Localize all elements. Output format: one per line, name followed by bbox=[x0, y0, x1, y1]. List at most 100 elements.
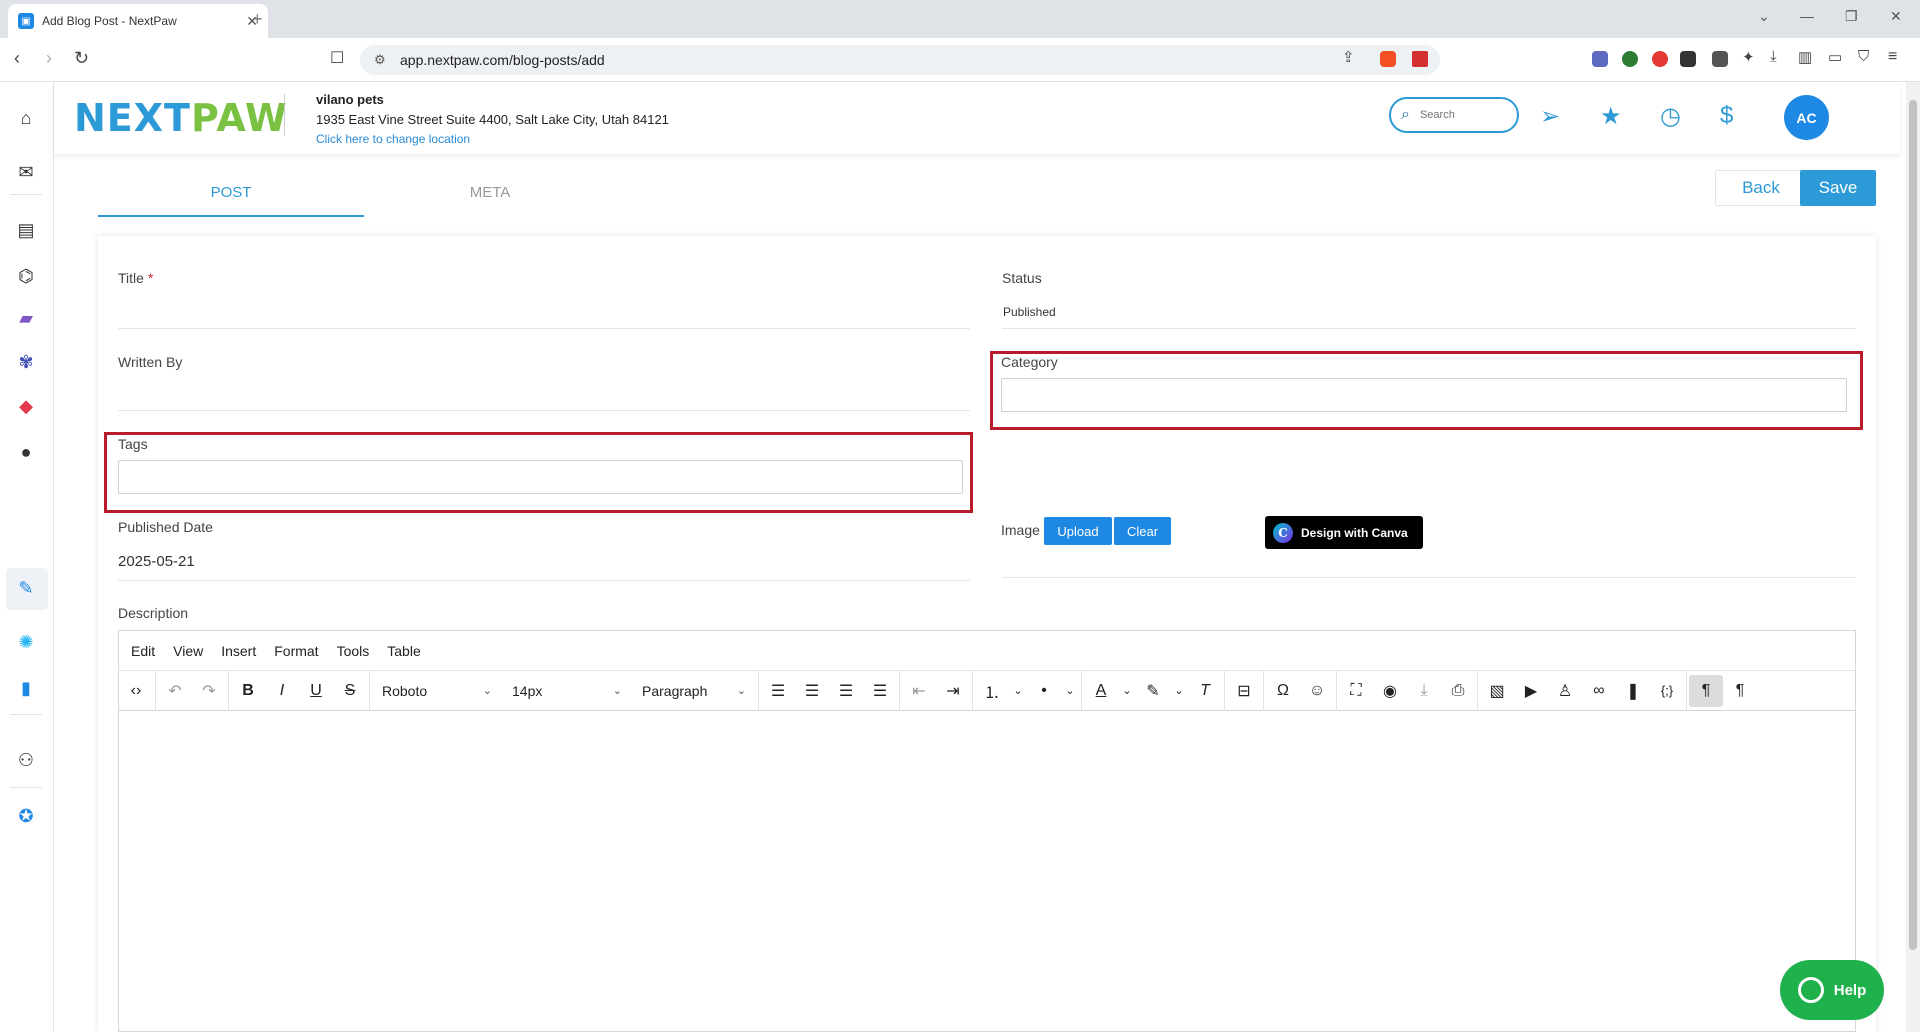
analytics-icon[interactable]: ▮ bbox=[13, 676, 39, 700]
scrollbar-thumb[interactable] bbox=[1909, 100, 1917, 950]
microphone-icon[interactable]: ● bbox=[13, 440, 39, 464]
new-tab-icon[interactable]: + bbox=[252, 9, 263, 30]
save-button[interactable]: Save bbox=[1800, 170, 1876, 206]
tab-post[interactable]: POST bbox=[98, 184, 364, 201]
restore-icon[interactable]: ❐ bbox=[1845, 8, 1858, 25]
nextpaw-logo[interactable]: NEXTPAW bbox=[74, 96, 288, 140]
extensions-puzzle-icon[interactable]: ✦ bbox=[1742, 48, 1755, 66]
align-right-icon[interactable]: ☰ bbox=[829, 675, 863, 707]
extension-5-icon[interactable] bbox=[1712, 51, 1728, 67]
print-icon[interactable]: ⎙ bbox=[1441, 675, 1475, 707]
numbered-list-icon[interactable]: ⒈ bbox=[975, 675, 1009, 707]
browser-tab[interactable]: ▣ Add Blog Post - NextPaw ✕ bbox=[8, 4, 268, 38]
extension-2-icon[interactable] bbox=[1622, 51, 1638, 67]
insert-link-icon[interactable]: ∞ bbox=[1582, 675, 1616, 707]
back-arrow-icon[interactable]: ‹ bbox=[14, 48, 20, 69]
blog-icon[interactable]: ✎ bbox=[13, 576, 39, 600]
preview-eye-icon[interactable]: ◉ bbox=[1373, 675, 1407, 707]
page-scrollbar[interactable] bbox=[1906, 82, 1920, 1032]
site-info-icon[interactable]: ⚙ bbox=[374, 52, 386, 68]
address-bar[interactable]: ⚙ app.nextpaw.com/blog-posts/add bbox=[360, 45, 1440, 75]
menu-insert[interactable]: Insert bbox=[221, 643, 256, 659]
align-left-icon[interactable]: ☰ bbox=[761, 675, 795, 707]
fullscreen-icon[interactable]: ⛶ bbox=[1339, 675, 1373, 707]
tab-list-chevron-icon[interactable]: ⌄ bbox=[1758, 8, 1770, 25]
browser-menu-icon[interactable]: ≡ bbox=[1888, 48, 1897, 66]
clear-formatting-icon[interactable]: T bbox=[1188, 675, 1222, 707]
brave-rewards-icon[interactable] bbox=[1412, 51, 1428, 67]
page-break-icon[interactable]: ⊟ bbox=[1227, 675, 1261, 707]
written-by-field[interactable] bbox=[118, 410, 970, 411]
extension-4-icon[interactable] bbox=[1680, 51, 1696, 67]
search-input[interactable] bbox=[1419, 109, 1500, 121]
insert-media-icon[interactable]: ▶ bbox=[1514, 675, 1548, 707]
text-color-chevron-icon[interactable]: ⌄ bbox=[1118, 675, 1136, 707]
outdent-icon[interactable]: ⇤ bbox=[902, 675, 936, 707]
forward-arrow-icon[interactable]: › bbox=[46, 48, 52, 69]
bookmark-icon[interactable]: ☐ bbox=[330, 48, 344, 68]
ltr-direction-icon[interactable]: ¶ bbox=[1689, 674, 1723, 707]
bold-icon[interactable]: B bbox=[231, 675, 265, 707]
home-icon[interactable]: ⌂ bbox=[13, 106, 39, 130]
header-search[interactable]: ⌕ bbox=[1389, 97, 1519, 133]
design-with-canva-button[interactable]: C Design with Canva bbox=[1265, 516, 1423, 549]
vpn-icon[interactable]: ⛉ bbox=[1858, 48, 1869, 65]
brave-shield-icon[interactable] bbox=[1380, 51, 1396, 67]
upload-button[interactable]: Upload bbox=[1044, 517, 1112, 545]
tab-meta[interactable]: META bbox=[357, 184, 623, 201]
history-clock-icon[interactable]: ◷ bbox=[1660, 102, 1681, 131]
indent-icon[interactable]: ⇥ bbox=[936, 675, 970, 707]
bullet-list-chevron-icon[interactable]: ⌄ bbox=[1061, 675, 1079, 707]
clear-button[interactable]: Clear bbox=[1114, 517, 1171, 545]
share-icon[interactable]: ⇪ bbox=[1342, 48, 1355, 66]
highlight-color-chevron-icon[interactable]: ⌄ bbox=[1170, 675, 1188, 707]
align-center-icon[interactable]: ☰ bbox=[795, 675, 829, 707]
align-justify-icon[interactable]: ☰ bbox=[863, 675, 897, 707]
billing-icon[interactable]: $ bbox=[1720, 102, 1733, 130]
reviews-icon[interactable]: ★ bbox=[1600, 102, 1622, 131]
change-location-link[interactable]: Click here to change location bbox=[316, 132, 470, 146]
send-icon[interactable]: ➢ bbox=[1540, 102, 1560, 131]
tags-input[interactable] bbox=[118, 460, 963, 494]
cards-icon[interactable]: ▰ bbox=[13, 306, 39, 330]
menu-format[interactable]: Format bbox=[274, 643, 318, 659]
extension-3-icon[interactable] bbox=[1652, 51, 1668, 67]
menu-view[interactable]: View bbox=[173, 643, 203, 659]
numbered-list-chevron-icon[interactable]: ⌄ bbox=[1009, 675, 1027, 707]
status-value[interactable]: Published bbox=[1003, 305, 1056, 319]
award-icon[interactable]: ✪ bbox=[13, 804, 39, 828]
chat-icon[interactable]: ✉ bbox=[13, 160, 39, 184]
category-input[interactable] bbox=[1001, 378, 1847, 412]
source-code-icon[interactable]: ‹› bbox=[119, 675, 153, 707]
products-icon[interactable]: ◆ bbox=[13, 394, 39, 418]
bullet-list-icon[interactable]: • bbox=[1027, 675, 1061, 707]
undo-icon[interactable]: ↶ bbox=[158, 675, 192, 707]
menu-table[interactable]: Table bbox=[387, 643, 420, 659]
reload-icon[interactable]: ↻ bbox=[74, 48, 89, 69]
strikethrough-icon[interactable]: S bbox=[333, 675, 367, 707]
wallet-icon[interactable]: ▭ bbox=[1828, 48, 1842, 66]
text-color-icon[interactable]: A bbox=[1084, 675, 1118, 707]
redo-icon[interactable]: ↷ bbox=[192, 675, 226, 707]
minimize-icon[interactable]: — bbox=[1800, 8, 1814, 24]
bookmark-anchor-icon[interactable]: ❚ bbox=[1616, 675, 1650, 707]
font-family-select[interactable]: Roboto ⌄ bbox=[372, 675, 502, 707]
underline-icon[interactable]: U bbox=[299, 675, 333, 707]
published-date-value[interactable]: 2025-05-21 bbox=[118, 553, 195, 570]
emoji-icon[interactable]: ☺ bbox=[1300, 675, 1334, 707]
user-avatar[interactable]: AC bbox=[1784, 95, 1829, 140]
italic-icon[interactable]: I bbox=[265, 675, 299, 707]
menu-edit[interactable]: Edit bbox=[131, 643, 155, 659]
template-variables-icon[interactable]: {;} bbox=[1650, 675, 1684, 707]
rtl-direction-icon[interactable]: ¶ bbox=[1723, 675, 1757, 707]
special-character-icon[interactable]: Ω bbox=[1266, 675, 1300, 707]
highlight-color-icon[interactable]: ✎ bbox=[1136, 675, 1170, 707]
team-icon[interactable]: ⚇ bbox=[13, 748, 39, 772]
pets-icon[interactable]: ✾ bbox=[13, 350, 39, 374]
font-size-select[interactable]: 14px ⌄ bbox=[502, 675, 632, 707]
insert-stamp-icon[interactable]: ♙ bbox=[1548, 675, 1582, 707]
help-button[interactable]: Help bbox=[1780, 960, 1884, 1020]
gifts-icon[interactable]: ✺ bbox=[13, 630, 39, 654]
reports-icon[interactable]: ▤ bbox=[13, 218, 39, 242]
title-field[interactable] bbox=[118, 328, 970, 329]
